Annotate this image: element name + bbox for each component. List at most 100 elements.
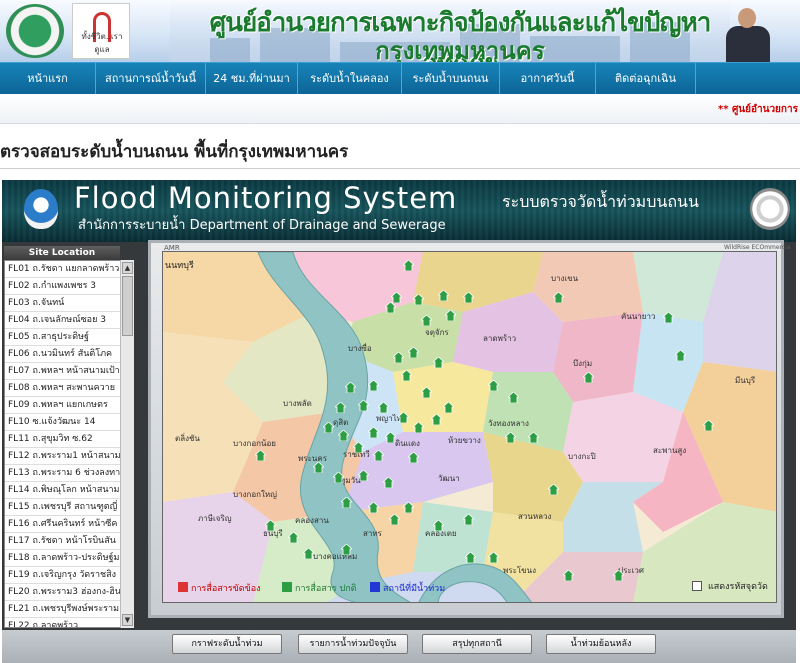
site-list-item[interactable]: FL13 ถ.พระราม 6 ช่วงลงทา <box>5 465 121 482</box>
site-list-item[interactable]: FL02 ถ.กำแพงเพชร 3 <box>5 278 121 295</box>
station-pin-icon[interactable] <box>433 357 444 368</box>
station-pin-icon[interactable] <box>583 372 594 383</box>
show-codes-checkbox[interactable] <box>692 581 702 591</box>
station-pin-icon[interactable] <box>389 514 400 525</box>
station-pin-icon[interactable] <box>265 520 276 531</box>
site-list-item[interactable]: FL09 ถ.พหลฯ แยกเกษตร <box>5 397 121 414</box>
station-pin-icon[interactable] <box>398 412 409 423</box>
nav-canal-level[interactable]: ระดับน้ำในคลอง <box>298 63 402 95</box>
site-list-item[interactable]: FL04 ถ.เจนลักษณ์ซอย 3 <box>5 312 121 329</box>
site-list-item[interactable]: FL06 ถ.นวมินทร์ สันติโภค <box>5 346 121 363</box>
station-pin-icon[interactable] <box>413 294 424 305</box>
site-list-item[interactable]: FL19 ถ.เจริญกรุง วัดราชสิง <box>5 567 121 584</box>
station-pin-icon[interactable] <box>368 380 379 391</box>
site-list-item[interactable]: FL11 ถ.สุขุมวิท ซ.62 <box>5 431 121 448</box>
station-pin-icon[interactable] <box>663 312 674 323</box>
header-subtitle: กรุงเทพมหานคร <box>375 37 545 62</box>
station-pin-icon[interactable] <box>288 532 299 543</box>
station-pin-icon[interactable] <box>373 450 384 461</box>
station-pin-icon[interactable] <box>553 292 564 303</box>
site-list-item[interactable]: FL05 ถ.สาธุประดิษฐ์ <box>5 329 121 346</box>
site-name: ถ.เพชรบุรีพงษ์พระราม <box>29 604 120 614</box>
site-list-item[interactable]: FL15 ถ.เพชรบุรี สถานฑูตญี่ <box>5 499 121 516</box>
station-pin-icon[interactable] <box>403 502 414 513</box>
site-list-item[interactable]: FL16 ถ.ศรีนครินทร์ หน้าซีค <box>5 516 121 533</box>
nav-weather[interactable]: อากาศวันนี้ <box>500 63 596 95</box>
station-pin-icon[interactable] <box>421 387 432 398</box>
station-pin-icon[interactable] <box>353 442 364 453</box>
station-pin-icon[interactable] <box>488 552 499 563</box>
site-list-scrollbar[interactable]: ▲ ▼ <box>120 260 134 628</box>
station-pin-icon[interactable] <box>383 477 394 488</box>
station-pin-icon[interactable] <box>255 450 266 461</box>
station-pin-icon[interactable] <box>443 402 454 413</box>
station-pin-icon[interactable] <box>413 422 424 433</box>
site-list-item[interactable]: FL01 ถ.รัชดา แยกลาดพร้าว <box>5 261 121 278</box>
station-pin-icon[interactable] <box>338 430 349 441</box>
station-pin-icon[interactable] <box>433 520 444 531</box>
station-pin-icon[interactable] <box>335 402 346 413</box>
station-pin-icon[interactable] <box>463 292 474 303</box>
site-list-item[interactable]: FL20 ถ.พระราม3 ฮ่องกง-ฮิน <box>5 584 121 601</box>
bma-seal-logo[interactable] <box>6 4 64 58</box>
nav-home[interactable]: หน้าแรก <box>0 63 96 95</box>
site-list-item[interactable]: FL10 ซ.แจ้งวัฒนะ 14 <box>5 414 121 431</box>
station-pin-icon[interactable] <box>341 497 352 508</box>
station-pin-icon[interactable] <box>345 382 356 393</box>
nav-emergency[interactable]: ติดต่อฉุกเฉิน <box>596 63 696 95</box>
current-flood-report-button[interactable]: รายการน้ำท่วมปัจจุบัน <box>298 634 408 654</box>
station-pin-icon[interactable] <box>403 260 414 271</box>
site-list-item[interactable]: FL14 ถ.พิษณุโลก หน้าสนาม <box>5 482 121 499</box>
station-pin-icon[interactable] <box>385 302 396 313</box>
all-stations-summary-button[interactable]: สรุปทุกสถานี <box>422 634 532 654</box>
scroll-down-arrow-icon[interactable]: ▼ <box>122 614 133 626</box>
station-pin-icon[interactable] <box>393 352 404 363</box>
station-pin-icon[interactable] <box>408 347 419 358</box>
station-pin-icon[interactable] <box>675 350 686 361</box>
site-code: FL07 <box>8 366 30 376</box>
site-list-item[interactable]: FL17 ถ.รัชดา หน้าโรบินสัน <box>5 533 121 550</box>
station-pin-icon[interactable] <box>421 315 432 326</box>
station-pin-icon[interactable] <box>528 432 539 443</box>
station-pin-icon[interactable] <box>368 502 379 513</box>
bangkok-map[interactable]: นนทบุรี บางเขน จตุจักร ลาดพร้าว บางซื่อ … <box>162 251 777 603</box>
nav-road-level[interactable]: ระดับน้ำบนถนน <box>402 63 500 95</box>
station-pin-icon[interactable] <box>401 370 412 381</box>
station-pin-icon[interactable] <box>313 462 324 473</box>
scroll-up-arrow-icon[interactable]: ▲ <box>122 262 133 274</box>
station-pin-icon[interactable] <box>333 472 344 483</box>
site-list-item[interactable]: FL08 ถ.พหลฯ สะพานควาย <box>5 380 121 397</box>
station-pin-icon[interactable] <box>508 392 519 403</box>
scroll-thumb[interactable] <box>122 276 133 336</box>
site-list-item[interactable]: FL12 ถ.พระราม1 หน้าสนาม <box>5 448 121 465</box>
site-list-item[interactable]: FL22 ถ.ลาดพร้าว <box>5 618 121 627</box>
station-pin-icon[interactable] <box>445 310 456 321</box>
station-pin-icon[interactable] <box>358 470 369 481</box>
station-pin-icon[interactable] <box>463 514 474 525</box>
campaign-logo[interactable]: ทั้งชีวิต..เราดูแล <box>72 3 130 59</box>
station-pin-icon[interactable] <box>368 427 379 438</box>
station-pin-icon[interactable] <box>505 432 516 443</box>
flood-history-button[interactable]: น้ำท่วมย้อนหลัง <box>546 634 656 654</box>
station-pin-icon[interactable] <box>548 484 559 495</box>
station-pin-icon[interactable] <box>358 400 369 411</box>
station-pin-icon[interactable] <box>385 432 396 443</box>
station-pin-icon[interactable] <box>408 452 419 463</box>
station-pin-icon[interactable] <box>378 402 389 413</box>
station-pin-icon[interactable] <box>465 552 476 563</box>
station-pin-icon[interactable] <box>341 544 352 555</box>
nav-today[interactable]: สถานการณ์น้ำวันนี้ <box>96 63 206 95</box>
site-location-list[interactable]: FL01 ถ.รัชดา แยกลาดพร้าว FL02 ถ.กำแพงเพชร… <box>4 260 134 628</box>
flood-graph-button[interactable]: กราฟระดับน้ำท่วม <box>172 634 282 654</box>
nav-24h[interactable]: 24 ชม.ที่ผ่านมา <box>206 63 298 95</box>
site-list-item[interactable]: FL03 ถ.จันทน์ <box>5 295 121 312</box>
station-pin-icon[interactable] <box>303 548 314 559</box>
station-pin-icon[interactable] <box>703 420 714 431</box>
station-pin-icon[interactable] <box>488 380 499 391</box>
station-pin-icon[interactable] <box>323 422 334 433</box>
station-pin-icon[interactable] <box>431 414 442 425</box>
site-list-item[interactable]: FL21 ถ.เพชรบุรีพงษ์พระราม <box>5 601 121 618</box>
site-list-item[interactable]: FL07 ถ.พหลฯ หน้าสนามเป้า <box>5 363 121 380</box>
site-list-item[interactable]: FL18 ถ.ลาดพร้าว-ประดิษฐ์ม <box>5 550 121 567</box>
station-pin-icon[interactable] <box>438 290 449 301</box>
